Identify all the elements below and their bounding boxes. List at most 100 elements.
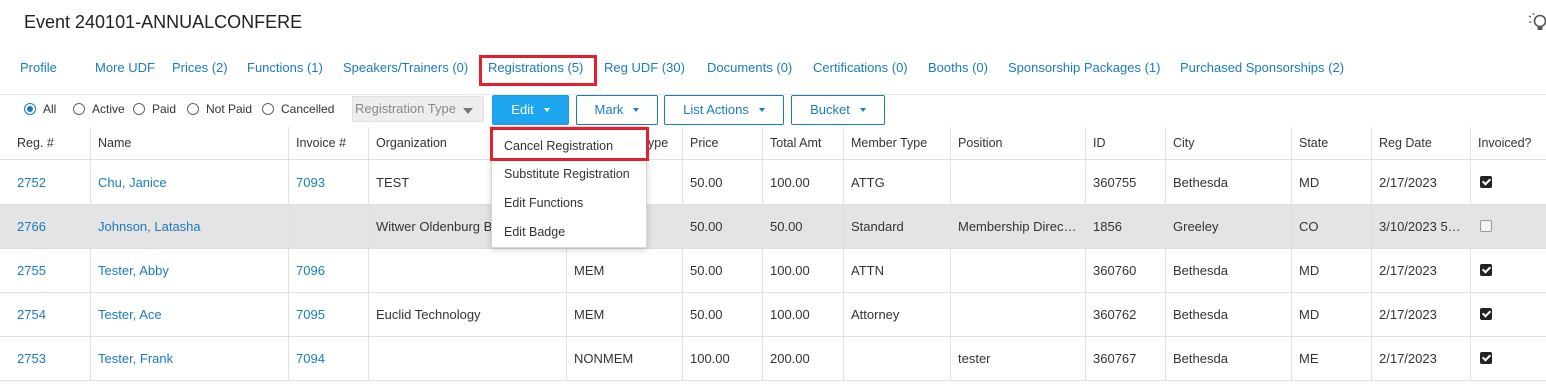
- cell-reg-number[interactable]: 2753: [0, 337, 89, 381]
- col-id[interactable]: ID: [1085, 127, 1165, 160]
- cell-invoiced: [1470, 161, 1546, 205]
- tab-registrations[interactable]: Registrations (5): [488, 58, 583, 78]
- cell-position: [950, 161, 1085, 205]
- cell-name[interactable]: Chu, Janice: [90, 161, 288, 205]
- table-row[interactable]: 2766 Johnson, Latasha Witwer Oldenburg B 50…: [0, 205, 1546, 249]
- table-row[interactable]: 2753 Tester, Frank 7094 NONMEM 100.00 200.00 t…: [0, 337, 1546, 381]
- filter-not-paid-label: Not Paid: [206, 102, 253, 116]
- checkbox-checked-icon[interactable]: [1480, 352, 1492, 364]
- col-name[interactable]: Name: [90, 127, 288, 160]
- table-row[interactable]: 2755 Tester, Abby 7096 MEM 50.00 100.00 ATTN 36…: [0, 249, 1546, 293]
- registration-type-select[interactable]: Registration Type: [352, 96, 484, 122]
- col-invoiced[interactable]: Invoiced?: [1470, 127, 1546, 160]
- col-city[interactable]: City: [1165, 127, 1291, 160]
- radio-icon: [262, 103, 274, 115]
- cell-invoice[interactable]: 7096: [288, 249, 368, 293]
- cell-city: Bethesda: [1165, 337, 1291, 381]
- cell-invoice[interactable]: 7095: [288, 293, 368, 337]
- cell-invoice[interactable]: 7093: [288, 161, 368, 205]
- edit-button[interactable]: Edit: [492, 95, 569, 125]
- cell-total-amt: 50.00: [762, 205, 843, 249]
- filter-paid-radio[interactable]: Paid: [133, 102, 176, 116]
- tab-functions[interactable]: Functions (1): [247, 58, 323, 78]
- col-reg-number[interactable]: Reg. #: [0, 127, 89, 160]
- cell-price: 100.00: [682, 337, 762, 381]
- checkbox-checked-icon[interactable]: [1480, 308, 1492, 320]
- cell-invoice[interactable]: [288, 205, 368, 249]
- tab-profile[interactable]: Profile: [20, 58, 57, 78]
- menu-cancel-registration[interactable]: Cancel Registration: [504, 138, 613, 154]
- filter-cancelled-radio[interactable]: Cancelled: [262, 102, 334, 116]
- filter-paid-label: Paid: [152, 102, 177, 116]
- table-header: Reg. # Name Invoice # Organization ype P…: [0, 127, 1546, 160]
- cell-id: 360755: [1085, 161, 1165, 205]
- caret-down-icon: [633, 108, 640, 112]
- cell-position: Membership Direc…: [950, 205, 1085, 249]
- table-row[interactable]: 2754 Tester, Ace 7095 Euclid Technology MEM 5…: [0, 293, 1546, 337]
- radio-icon: [133, 103, 145, 115]
- cell-invoice[interactable]: 7094: [288, 337, 368, 381]
- filter-active-radio[interactable]: Active: [73, 102, 125, 116]
- cell-name[interactable]: Tester, Frank: [90, 337, 288, 381]
- cell-city: Bethesda: [1165, 249, 1291, 293]
- cell-total-amt: 100.00: [762, 293, 843, 337]
- tab-booths[interactable]: Booths (0): [928, 58, 988, 78]
- radio-selected-icon: [24, 103, 36, 115]
- col-total-amt[interactable]: Total Amt: [762, 127, 843, 160]
- checkbox-unchecked-icon[interactable]: [1480, 220, 1492, 232]
- cell-organization: Euclid Technology: [368, 293, 566, 337]
- tab-more-udf[interactable]: More UDF: [95, 58, 155, 78]
- cell-position: [950, 293, 1085, 337]
- lightbulb-icon[interactable]: [1528, 12, 1546, 34]
- cell-reg-number[interactable]: 2752: [0, 161, 89, 205]
- menu-substitute-registration[interactable]: Substitute Registration: [504, 166, 630, 182]
- col-invoice[interactable]: Invoice #: [288, 127, 368, 160]
- menu-edit-functions[interactable]: Edit Functions: [504, 195, 583, 211]
- cell-reg-number[interactable]: 2755: [0, 249, 89, 293]
- cell-name[interactable]: Johnson, Latasha: [90, 205, 288, 249]
- cell-city: Bethesda: [1165, 161, 1291, 205]
- cell-reg-number[interactable]: 2766: [0, 205, 89, 249]
- caret-down-icon: [758, 108, 765, 112]
- list-actions-button-label: List Actions: [683, 102, 749, 117]
- tab-speakers-trainers[interactable]: Speakers/Trainers (0): [343, 58, 468, 78]
- col-member-type[interactable]: Member Type: [843, 127, 950, 160]
- cell-invoiced: [1470, 337, 1546, 381]
- menu-edit-badge[interactable]: Edit Badge: [504, 224, 565, 240]
- filter-not-paid-radio[interactable]: Not Paid: [187, 102, 252, 116]
- cell-price: 50.00: [682, 293, 762, 337]
- cell-price: 50.00: [682, 161, 762, 205]
- cell-invoiced: [1470, 205, 1546, 249]
- col-state[interactable]: State: [1291, 127, 1371, 160]
- checkbox-checked-icon[interactable]: [1480, 264, 1492, 276]
- tab-certifications[interactable]: Certifications (0): [813, 58, 908, 78]
- cell-state: MD: [1291, 293, 1371, 337]
- cell-state: MD: [1291, 249, 1371, 293]
- cell-member-type: Attorney: [843, 293, 950, 337]
- cell-member-type: Standard: [843, 205, 950, 249]
- cell-member-type: ATTN: [843, 249, 950, 293]
- cell-city: Bethesda: [1165, 293, 1291, 337]
- bucket-button[interactable]: Bucket: [791, 95, 885, 125]
- mark-button[interactable]: Mark: [576, 95, 658, 125]
- tab-purchased-sponsorships[interactable]: Purchased Sponsorships (2): [1180, 58, 1344, 78]
- cell-name[interactable]: Tester, Ace: [90, 293, 288, 337]
- mark-button-label: Mark: [594, 102, 624, 117]
- checkbox-checked-icon[interactable]: [1480, 176, 1492, 188]
- col-price[interactable]: Price: [682, 127, 762, 160]
- tab-documents[interactable]: Documents (0): [707, 58, 792, 78]
- tab-prices[interactable]: Prices (2): [172, 58, 228, 78]
- cell-invoiced: [1470, 249, 1546, 293]
- table-row[interactable]: 2752 Chu, Janice 7093 TEST 50.00 100.00 ATTG 36…: [0, 161, 1546, 205]
- filter-cancelled-label: Cancelled: [281, 102, 335, 116]
- cell-name[interactable]: Tester, Abby: [90, 249, 288, 293]
- filter-all-radio[interactable]: All: [24, 102, 56, 116]
- tab-sponsorship-packages[interactable]: Sponsorship Packages (1): [1008, 58, 1160, 78]
- col-position[interactable]: Position: [950, 127, 1085, 160]
- cell-total-amt: 100.00: [762, 249, 843, 293]
- tab-reg-udf[interactable]: Reg UDF (30): [604, 58, 685, 78]
- cell-reg-number[interactable]: 2754: [0, 293, 89, 337]
- col-reg-date[interactable]: Reg Date: [1371, 127, 1470, 160]
- cell-id: 360762: [1085, 293, 1165, 337]
- list-actions-button[interactable]: List Actions: [664, 95, 784, 125]
